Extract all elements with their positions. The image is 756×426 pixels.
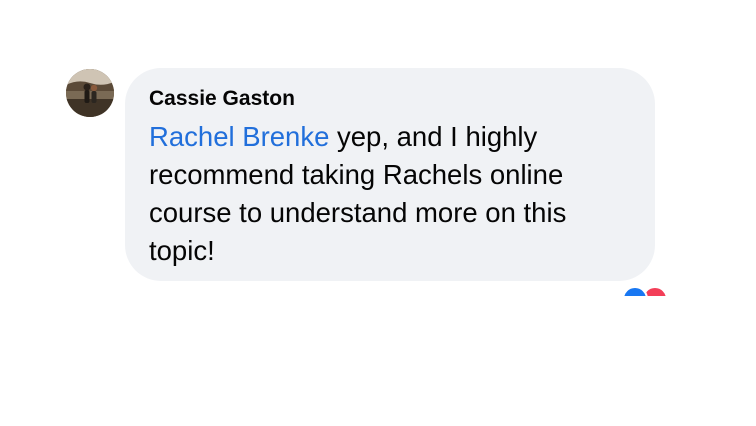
like-icon xyxy=(622,286,648,296)
mention-link[interactable]: Rachel Brenke xyxy=(149,121,329,152)
reactions[interactable] xyxy=(622,286,682,296)
comment-bubble: Cassie Gaston Rachel Brenke yep, and I h… xyxy=(125,68,655,281)
avatar-photo xyxy=(66,69,114,117)
comment: Cassie Gaston Rachel Brenke yep, and I h… xyxy=(0,0,756,426)
avatar[interactable] xyxy=(66,69,114,117)
comment-body: Rachel Brenke yep, and I highly recommen… xyxy=(149,118,635,270)
comment-author[interactable]: Cassie Gaston xyxy=(149,86,635,112)
